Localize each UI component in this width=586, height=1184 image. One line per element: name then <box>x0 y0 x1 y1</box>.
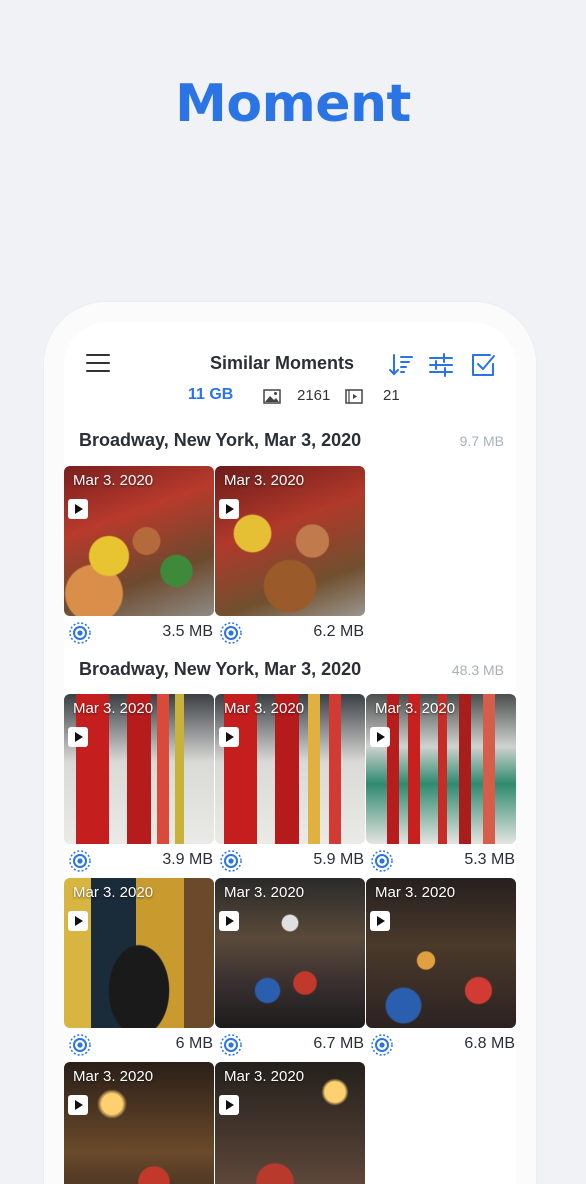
photo-thumbnail[interactable]: Mar 3. 2020 <box>215 694 365 844</box>
group-header: Broadway, New York, Mar 3, 2020 9.7 MB <box>64 430 516 456</box>
filter-icon[interactable] <box>428 352 454 378</box>
play-icon <box>68 499 88 519</box>
photo-thumbnail[interactable]: Mar 3. 2020 <box>215 878 365 1028</box>
file-size: 6.8 MB <box>464 1035 515 1052</box>
image-icon <box>263 389 281 404</box>
radar-icon[interactable] <box>219 621 243 645</box>
moment-tile[interactable]: Mar 3. 2020 6.2 MB <box>215 466 365 646</box>
file-size: 5.9 MB <box>313 851 364 868</box>
play-icon <box>68 1095 88 1115</box>
radar-icon[interactable] <box>370 849 394 873</box>
phone-screen: Similar Moments 11 GB 2161 21 Broadway, … <box>64 322 516 1184</box>
thumbnail-date: Mar 3. 2020 <box>73 700 154 717</box>
photo-thumbnail[interactable]: Mar 3. 2020 <box>215 1062 365 1184</box>
photo-thumbnail[interactable]: Mar 3. 2020 <box>64 694 214 844</box>
file-size: 5.3 MB <box>464 851 515 868</box>
image-count: 2161 <box>297 387 331 404</box>
thumbnail-date: Mar 3. 2020 <box>224 884 305 901</box>
page-title: Similar Moments <box>209 353 355 373</box>
storage-stats: 11 GB 2161 21 <box>64 386 516 406</box>
moment-tile[interactable]: Mar 3. 2020 3.9 MB <box>64 694 214 874</box>
file-size: 6.7 MB <box>313 1035 364 1052</box>
total-size: 11 GB <box>188 386 234 403</box>
radar-icon[interactable] <box>370 1033 394 1057</box>
radar-icon[interactable] <box>219 1033 243 1057</box>
play-icon <box>219 499 239 519</box>
photo-thumbnail[interactable]: Mar 3. 2020 <box>366 694 516 844</box>
thumbnail-date: Mar 3. 2020 <box>73 884 154 901</box>
thumbnail-date: Mar 3. 2020 <box>224 700 305 717</box>
play-icon <box>219 911 239 931</box>
moment-tile[interactable]: Mar 3. 2020 6 MB <box>64 878 214 1058</box>
play-icon <box>370 911 390 931</box>
group-header: Broadway, New York, Mar 3, 2020 48.3 MB <box>64 659 516 685</box>
play-icon <box>219 1095 239 1115</box>
thumbnail-date: Mar 3. 2020 <box>224 472 305 489</box>
group-size: 48.3 MB <box>451 662 504 678</box>
video-icon <box>345 389 363 404</box>
radar-icon[interactable] <box>219 849 243 873</box>
menu-icon[interactable] <box>86 354 110 374</box>
thumbnail-date: Mar 3. 2020 <box>375 700 456 717</box>
play-icon <box>370 727 390 747</box>
moment-tile[interactable]: Mar 3. 2020 5.3 MB <box>366 694 516 874</box>
sort-icon[interactable] <box>388 352 414 378</box>
file-size: 6.2 MB <box>313 623 364 640</box>
group-title: Broadway, New York, Mar 3, 2020 <box>79 659 362 679</box>
photo-thumbnail[interactable]: Mar 3. 2020 <box>215 466 365 616</box>
play-icon <box>68 727 88 747</box>
photo-thumbnail[interactable]: Mar 3. 2020 <box>64 1062 214 1184</box>
app-header: Similar Moments 11 GB 2161 21 <box>64 322 516 422</box>
hero-title: Moment <box>175 74 411 134</box>
group-title: Broadway, New York, Mar 3, 2020 <box>79 430 362 450</box>
thumbnail-date: Mar 3. 2020 <box>73 1068 154 1085</box>
radar-icon[interactable] <box>68 621 92 645</box>
group-size: 9.7 MB <box>459 433 504 449</box>
play-icon <box>219 727 239 747</box>
file-size: 3.9 MB <box>162 851 213 868</box>
file-size: 3.5 MB <box>162 623 213 640</box>
photo-thumbnail[interactable]: Mar 3. 2020 <box>64 466 214 616</box>
thumbnail-date: Mar 3. 2020 <box>73 472 154 489</box>
thumbnail-date: Mar 3. 2020 <box>375 884 456 901</box>
moment-tile[interactable]: Mar 3. 2020 5.9 MB <box>215 694 365 874</box>
play-icon <box>68 911 88 931</box>
moment-tile[interactable]: Mar 3. 2020 6.8 MB <box>366 878 516 1058</box>
select-all-icon[interactable] <box>470 352 496 378</box>
moment-tile[interactable]: Mar 3. 2020 <box>64 1062 214 1184</box>
radar-icon[interactable] <box>68 849 92 873</box>
moment-tile[interactable]: Mar 3. 2020 3.5 MB <box>64 466 214 646</box>
photo-thumbnail[interactable]: Mar 3. 2020 <box>64 878 214 1028</box>
thumbnail-date: Mar 3. 2020 <box>224 1068 305 1085</box>
moment-tile[interactable]: Mar 3. 2020 <box>215 1062 365 1184</box>
moment-tile[interactable]: Mar 3. 2020 6.7 MB <box>215 878 365 1058</box>
file-size: 6 MB <box>175 1035 213 1052</box>
video-count: 21 <box>383 387 400 404</box>
radar-icon[interactable] <box>68 1033 92 1057</box>
photo-thumbnail[interactable]: Mar 3. 2020 <box>366 878 516 1028</box>
